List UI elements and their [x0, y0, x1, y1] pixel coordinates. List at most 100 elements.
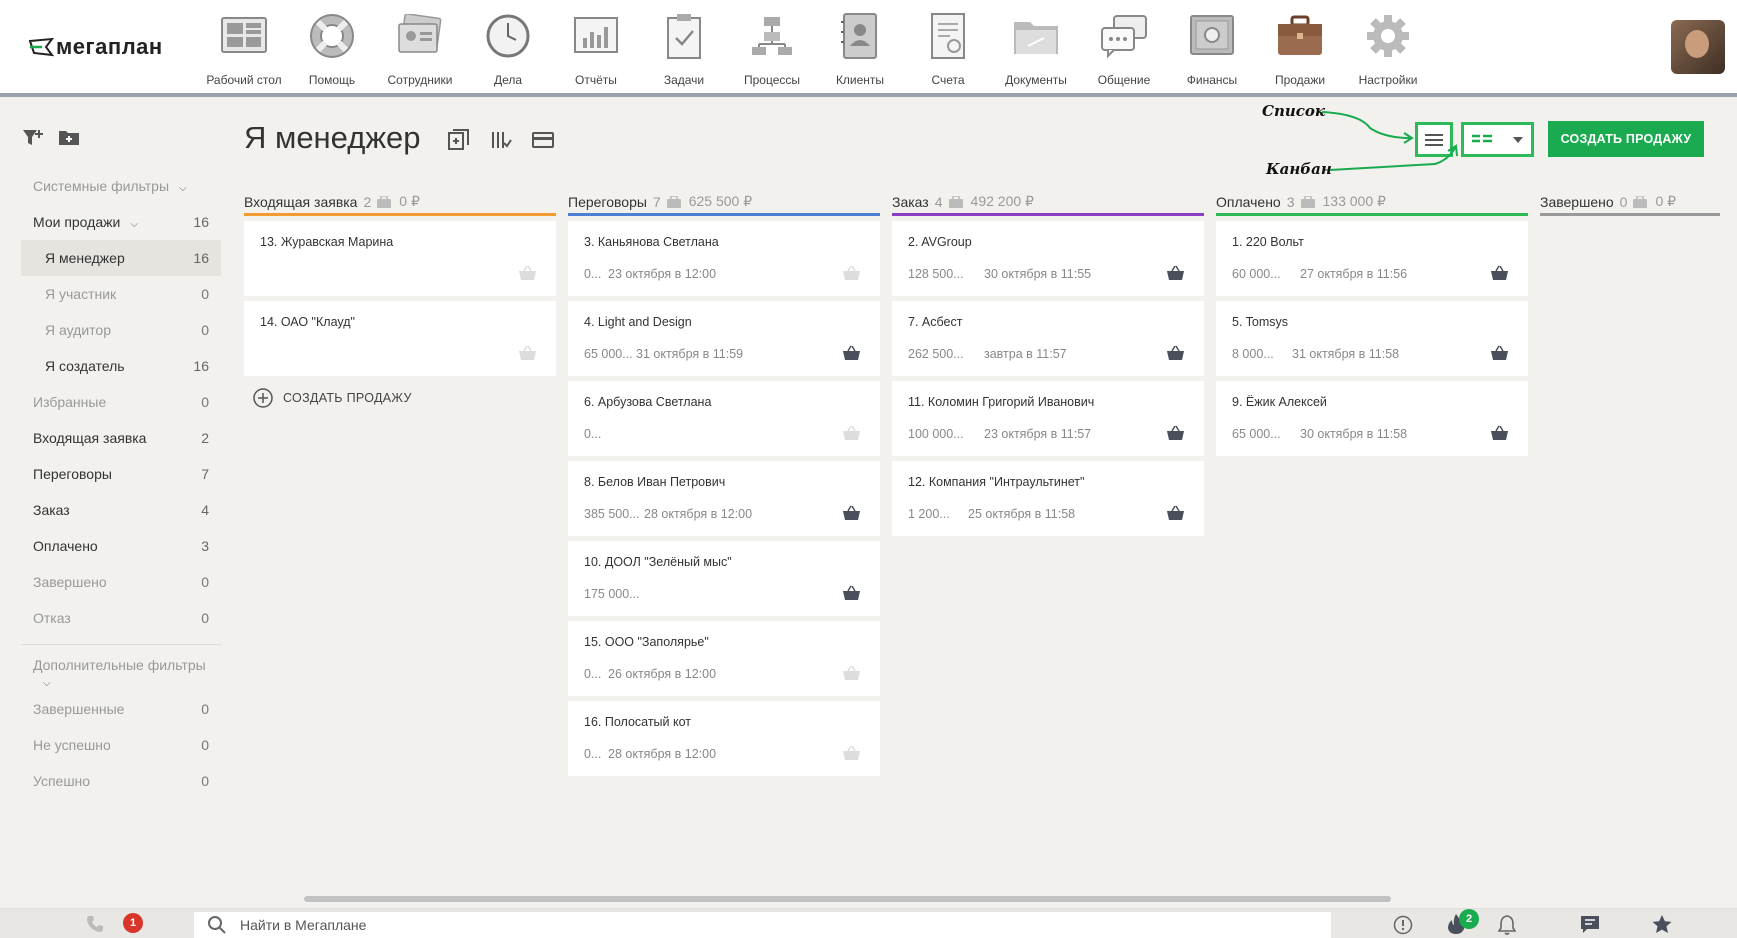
kanban-column-completed: Завершено 0 0 ₽ [1540, 190, 1720, 216]
nav-processes[interactable]: Процессы [728, 10, 816, 87]
sidebar-tools [22, 128, 80, 148]
basket-icon[interactable] [843, 265, 860, 280]
basket-icon[interactable] [1167, 345, 1184, 360]
basket-icon[interactable] [1167, 505, 1184, 520]
sidebar-item-i-auditor[interactable]: Я аудитор 0 [21, 312, 221, 348]
sidebar-item-order[interactable]: Заказ 4 [21, 492, 221, 528]
nav-sales[interactable]: Продажи [1256, 10, 1344, 87]
sidebar-item-unsuccessful[interactable]: Не успешно 0 [21, 727, 221, 763]
columns-settings-icon[interactable] [490, 129, 512, 151]
basket-icon[interactable] [1491, 345, 1508, 360]
messages-icon[interactable] [1580, 915, 1600, 934]
tasks-icon [658, 10, 710, 62]
deal-card[interactable]: 12. Компания "Интраультинет" 1 200... 25… [892, 461, 1204, 536]
nav-invoices[interactable]: Счета [904, 10, 992, 87]
deal-card[interactable]: 14. ОАО "Клауд" [244, 301, 556, 376]
phone-icon[interactable] [86, 915, 104, 933]
deal-card[interactable]: 8. Белов Иван Петрович 385 500... 28 окт… [568, 461, 880, 536]
column-sum: 492 200 ₽ [970, 193, 1034, 209]
deal-card[interactable]: 11. Коломин Григорий Иванович 100 000...… [892, 381, 1204, 456]
deal-card[interactable]: 10. ДООЛ "Зелёный мыс" 175 000... [568, 541, 880, 616]
deal-title: 5. Tomsys [1232, 315, 1289, 329]
sidebar-item-successful[interactable]: Успешно 0 [21, 763, 221, 799]
column-header: Входящая заявка 2 0 ₽ [244, 190, 556, 216]
basket-icon[interactable] [1167, 425, 1184, 440]
deal-card[interactable]: 13. Журавская Марина [244, 221, 556, 296]
sidebar-item-i-creator[interactable]: Я создатель 16 [21, 348, 221, 384]
sidebar-item-incoming[interactable]: Входящая заявка 2 [21, 420, 221, 456]
deal-card[interactable]: 15. ООО "Заполярье" 0... 26 октября в 12… [568, 621, 880, 696]
briefcase-icon [1300, 195, 1315, 208]
deal-card[interactable]: 16. Полосатый кот 0... 28 октября в 12:0… [568, 701, 880, 776]
nav-label: Настройки [1358, 73, 1418, 87]
basket-icon[interactable] [843, 745, 860, 760]
chevron-down-icon: ⌵ [43, 678, 51, 689]
nav-documents[interactable]: Документы [992, 10, 1080, 87]
search-input[interactable] [240, 917, 840, 933]
column-title: Заказ [892, 193, 929, 210]
alert-circle-icon[interactable] [1393, 915, 1413, 935]
column-header: Оплачено 3 133 000 ₽ [1216, 190, 1528, 216]
nav-desktop[interactable]: Рабочий стол [200, 10, 288, 87]
basket-icon[interactable] [843, 665, 860, 680]
sidebar-item-i-manager[interactable]: Я менеджер 16 [21, 240, 221, 276]
basket-icon[interactable] [519, 345, 536, 360]
sidebar-item-paid[interactable]: Оплачено 3 [21, 528, 221, 564]
sidebar-item-finished[interactable]: Завершенные 0 [21, 691, 221, 727]
horizontal-scrollbar[interactable] [304, 896, 1391, 902]
sidebar-item-count: 3 [201, 538, 209, 554]
deal-card[interactable]: 6. Арбузова Светлана 0... [568, 381, 880, 456]
deal-title: 15. ООО "Заполярье" [584, 635, 709, 649]
deal-card[interactable]: 3. Каньянова Светлана 0... 23 октября в … [568, 221, 880, 296]
deal-date: 26 октября в 12:00 [608, 667, 717, 681]
basket-icon[interactable] [1491, 265, 1508, 280]
basket-icon[interactable] [519, 265, 536, 280]
sidebar-item-i-participant[interactable]: Я участник 0 [21, 276, 221, 312]
nav-tasks[interactable]: Задачи [640, 10, 728, 87]
sidebar-item-favorites[interactable]: Избранные 0 [21, 384, 221, 420]
deal-card[interactable]: 1. 220 Вольт 60 000... 27 октября в 11:5… [1216, 221, 1528, 296]
sidebar-item-completed[interactable]: Завершено 0 [21, 564, 221, 600]
sidebar-item-refusal[interactable]: Отказ 0 [21, 600, 221, 636]
deal-card[interactable]: 4. Light and Design 65 000... 31 октября… [568, 301, 880, 376]
deal-card[interactable]: 2. AVGroup 128 500... 30 октября в 11:55 [892, 221, 1204, 296]
add-folder-icon[interactable] [58, 128, 80, 146]
deal-card[interactable]: 9. Ёжик Алексей 65 000... 30 октября в 1… [1216, 381, 1528, 456]
add-sale-link[interactable]: СОЗДАТЬ ПРОДАЖУ [253, 388, 412, 408]
basket-icon[interactable] [843, 425, 860, 440]
nav-reports[interactable]: Отчёты [552, 10, 640, 87]
deal-card[interactable]: 7. Асбест 262 500... завтра в 11:57 [892, 301, 1204, 376]
create-sale-button[interactable]: СОЗДАТЬ ПРОДАЖУ [1548, 121, 1704, 157]
nav-help[interactable]: Помощь [288, 10, 376, 87]
nav-settings[interactable]: Настройки [1344, 10, 1432, 87]
nav-affairs[interactable]: Дела [464, 10, 552, 87]
nav-finance[interactable]: Финансы [1168, 10, 1256, 87]
sidebar-item-label: Мои продажи [33, 214, 121, 230]
deal-title: 10. ДООЛ "Зелёный мыс" [584, 555, 732, 569]
avatar[interactable] [1671, 20, 1725, 74]
sidebar-item-label: Входящая заявка [33, 430, 147, 446]
basket-icon[interactable] [1491, 425, 1508, 440]
deal-card[interactable]: 5. Tomsys 8 000... 31 октября в 11:58 [1216, 301, 1528, 376]
nav-employees[interactable]: Сотрудники [376, 10, 464, 87]
basket-icon[interactable] [1167, 265, 1184, 280]
copy-add-icon[interactable] [448, 129, 470, 151]
card-view-icon[interactable] [532, 129, 554, 151]
star-icon[interactable] [1652, 915, 1672, 934]
add-filter-icon[interactable] [22, 128, 44, 148]
extra-filters-toggle[interactable]: Дополнительные фильтры ⌵ [21, 655, 221, 691]
sidebar-item-my-sales[interactable]: Мои продажи ⌵ 16 [21, 204, 221, 240]
column-title: Завершено [1540, 193, 1614, 210]
basket-icon[interactable] [843, 585, 860, 600]
system-filters-toggle[interactable]: Системные фильтры ⌵ [21, 168, 221, 204]
basket-icon[interactable] [843, 345, 860, 360]
sidebar-item-negotiations[interactable]: Переговоры 7 [21, 456, 221, 492]
logo[interactable]: мегаплан [28, 34, 163, 60]
deal-title: 9. Ёжик Алексей [1232, 395, 1327, 409]
basket-icon[interactable] [843, 505, 860, 520]
nav-communication[interactable]: Общение [1080, 10, 1168, 87]
bottom-bar: 1 2 [0, 908, 1737, 938]
nav-clients[interactable]: Клиенты [816, 10, 904, 87]
bell-icon[interactable] [1498, 915, 1516, 935]
column-count: 4 [934, 193, 943, 210]
